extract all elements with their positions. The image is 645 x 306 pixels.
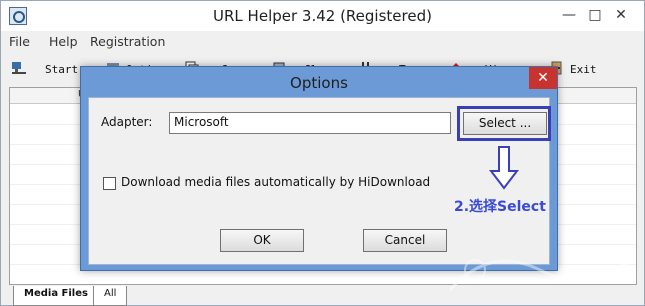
adapter-field[interactable]: Microsoft [169, 112, 451, 134]
auto-download-label[interactable]: Download media files automatically by Hi… [121, 175, 430, 189]
maximize-button[interactable]: □ [582, 4, 608, 26]
auto-download-checkbox[interactable] [103, 177, 116, 190]
menu-help[interactable]: Help [49, 34, 78, 49]
menu-file[interactable]: File [9, 34, 30, 49]
minimize-button[interactable]: — [556, 4, 582, 26]
tab-media-files[interactable]: Media Files [13, 286, 99, 306]
start-icon [12, 62, 26, 74]
menu-registration[interactable]: Registration [90, 34, 165, 49]
watermark-logo [448, 258, 631, 291]
dialog-title: Options [290, 74, 348, 92]
toolbar-exit-button[interactable]: Exit [570, 59, 597, 81]
annotation-text: 2.选择Select [454, 199, 546, 215]
title-bar: URL Helper 3.42 (Registered) — □ ✕ [1, 1, 644, 31]
menu-bar: File Help Registration [1, 31, 644, 53]
dialog-close-button[interactable]: ✕ [529, 67, 557, 89]
close-button[interactable]: ✕ [608, 4, 634, 26]
ok-button[interactable]: OK [220, 229, 304, 252]
tab-all[interactable]: All [93, 286, 128, 306]
window-title: URL Helper 3.42 (Registered) [213, 7, 432, 25]
down-arrow-icon [489, 146, 519, 190]
toolbar-start-button[interactable]: Start [45, 59, 78, 81]
adapter-label: Adapter: [101, 115, 153, 129]
select-button[interactable]: Select ... [463, 112, 547, 135]
